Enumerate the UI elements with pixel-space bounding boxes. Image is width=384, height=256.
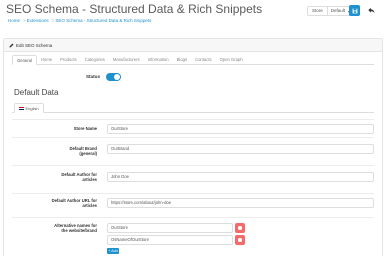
author-url-label: Default Author URL for articles bbox=[51, 198, 97, 208]
tab-language-english[interactable]: English bbox=[14, 103, 44, 113]
language-tabs: English bbox=[12, 103, 374, 113]
store-name-input[interactable]: OurStore bbox=[107, 124, 374, 134]
save-icon bbox=[352, 8, 357, 13]
add-alt-name-button[interactable]: + Add bbox=[107, 248, 119, 254]
pencil-icon bbox=[9, 43, 14, 47]
breadcrumb-separator: > bbox=[51, 18, 55, 23]
author-url-input[interactable]: https://store.com/about/john-doe bbox=[107, 198, 374, 208]
breadcrumb-home[interactable]: Home bbox=[8, 18, 20, 23]
uk-flag-icon bbox=[19, 106, 24, 110]
status-row: Status bbox=[4, 73, 384, 83]
alt-names-row: Alternative names for the website/brand … bbox=[12, 217, 374, 256]
toggle-knob bbox=[114, 74, 120, 80]
default-brand-row: Default Brand (general) OurBrand bbox=[12, 137, 374, 165]
breadcrumb-separator: > bbox=[23, 18, 26, 23]
default-brand-label: Default Brand (general) bbox=[69, 146, 97, 156]
alt-name-input[interactable]: OurStore bbox=[107, 223, 233, 233]
store-select-label: Store bbox=[308, 7, 328, 15]
alt-names-label: Alternative names for the website/brand bbox=[54, 223, 97, 233]
default-author-row: Default Author for articles John Doe bbox=[12, 165, 374, 193]
tab-manufacturers[interactable]: Manufacturers bbox=[109, 55, 144, 64]
tab-open-graph[interactable]: Open Graph bbox=[216, 55, 247, 64]
minus-circle-icon bbox=[238, 226, 242, 230]
breadcrumb-extensions[interactable]: Extensions bbox=[27, 18, 49, 23]
default-brand-input[interactable]: OurBrand bbox=[107, 144, 374, 154]
page-header: SEO Schema - Structured Data & Rich Snip… bbox=[0, 0, 384, 40]
status-toggle[interactable] bbox=[106, 73, 121, 81]
tab-information[interactable]: Information bbox=[144, 55, 173, 64]
tab-home[interactable]: Home bbox=[37, 55, 56, 64]
panel-heading-label: Edit SEO Schema bbox=[16, 42, 53, 48]
default-author-input[interactable]: John Doe bbox=[107, 172, 374, 182]
panel-heading: Edit SEO Schema bbox=[4, 39, 382, 52]
section-title: Default Data bbox=[14, 88, 59, 97]
reply-icon bbox=[368, 7, 375, 14]
alt-name-input[interactable]: OsNameOfOurStore bbox=[107, 235, 233, 245]
tab-general[interactable]: General bbox=[12, 55, 37, 65]
page-title: SEO Schema - Structured Data & Rich Snip… bbox=[6, 2, 263, 16]
store-select[interactable]: Store Default ▾ bbox=[307, 6, 355, 16]
settings-tabs: General Home Products Categories Manufac… bbox=[12, 55, 374, 65]
tab-blogs[interactable]: Blogs bbox=[173, 55, 191, 64]
language-label: English bbox=[25, 105, 39, 111]
remove-alt-name-button[interactable] bbox=[235, 223, 245, 233]
edit-panel: Edit SEO Schema General Home Products Ca… bbox=[3, 38, 383, 256]
store-name-label: Store Name bbox=[73, 126, 97, 131]
save-button[interactable] bbox=[349, 5, 360, 16]
tab-products[interactable]: Products bbox=[56, 55, 81, 64]
store-select-value: Default bbox=[330, 8, 346, 13]
back-button[interactable] bbox=[366, 5, 377, 16]
tab-categories[interactable]: Categories bbox=[81, 55, 109, 64]
default-author-label: Default Author for articles bbox=[61, 172, 97, 182]
minus-circle-icon bbox=[238, 238, 242, 242]
remove-alt-name-button[interactable] bbox=[235, 235, 245, 245]
author-url-row: Default Author URL for articles https://… bbox=[12, 193, 374, 217]
store-name-row: Store Name OurStore bbox=[12, 119, 374, 137]
breadcrumb-current[interactable]: SEO Schema - Structured Data & Rich Snip… bbox=[55, 18, 151, 23]
status-label: Status bbox=[85, 74, 100, 79]
tab-contacts[interactable]: Contacts bbox=[191, 55, 216, 64]
breadcrumb: Home >Extensions >SEO Schema - Structured … bbox=[8, 18, 152, 23]
